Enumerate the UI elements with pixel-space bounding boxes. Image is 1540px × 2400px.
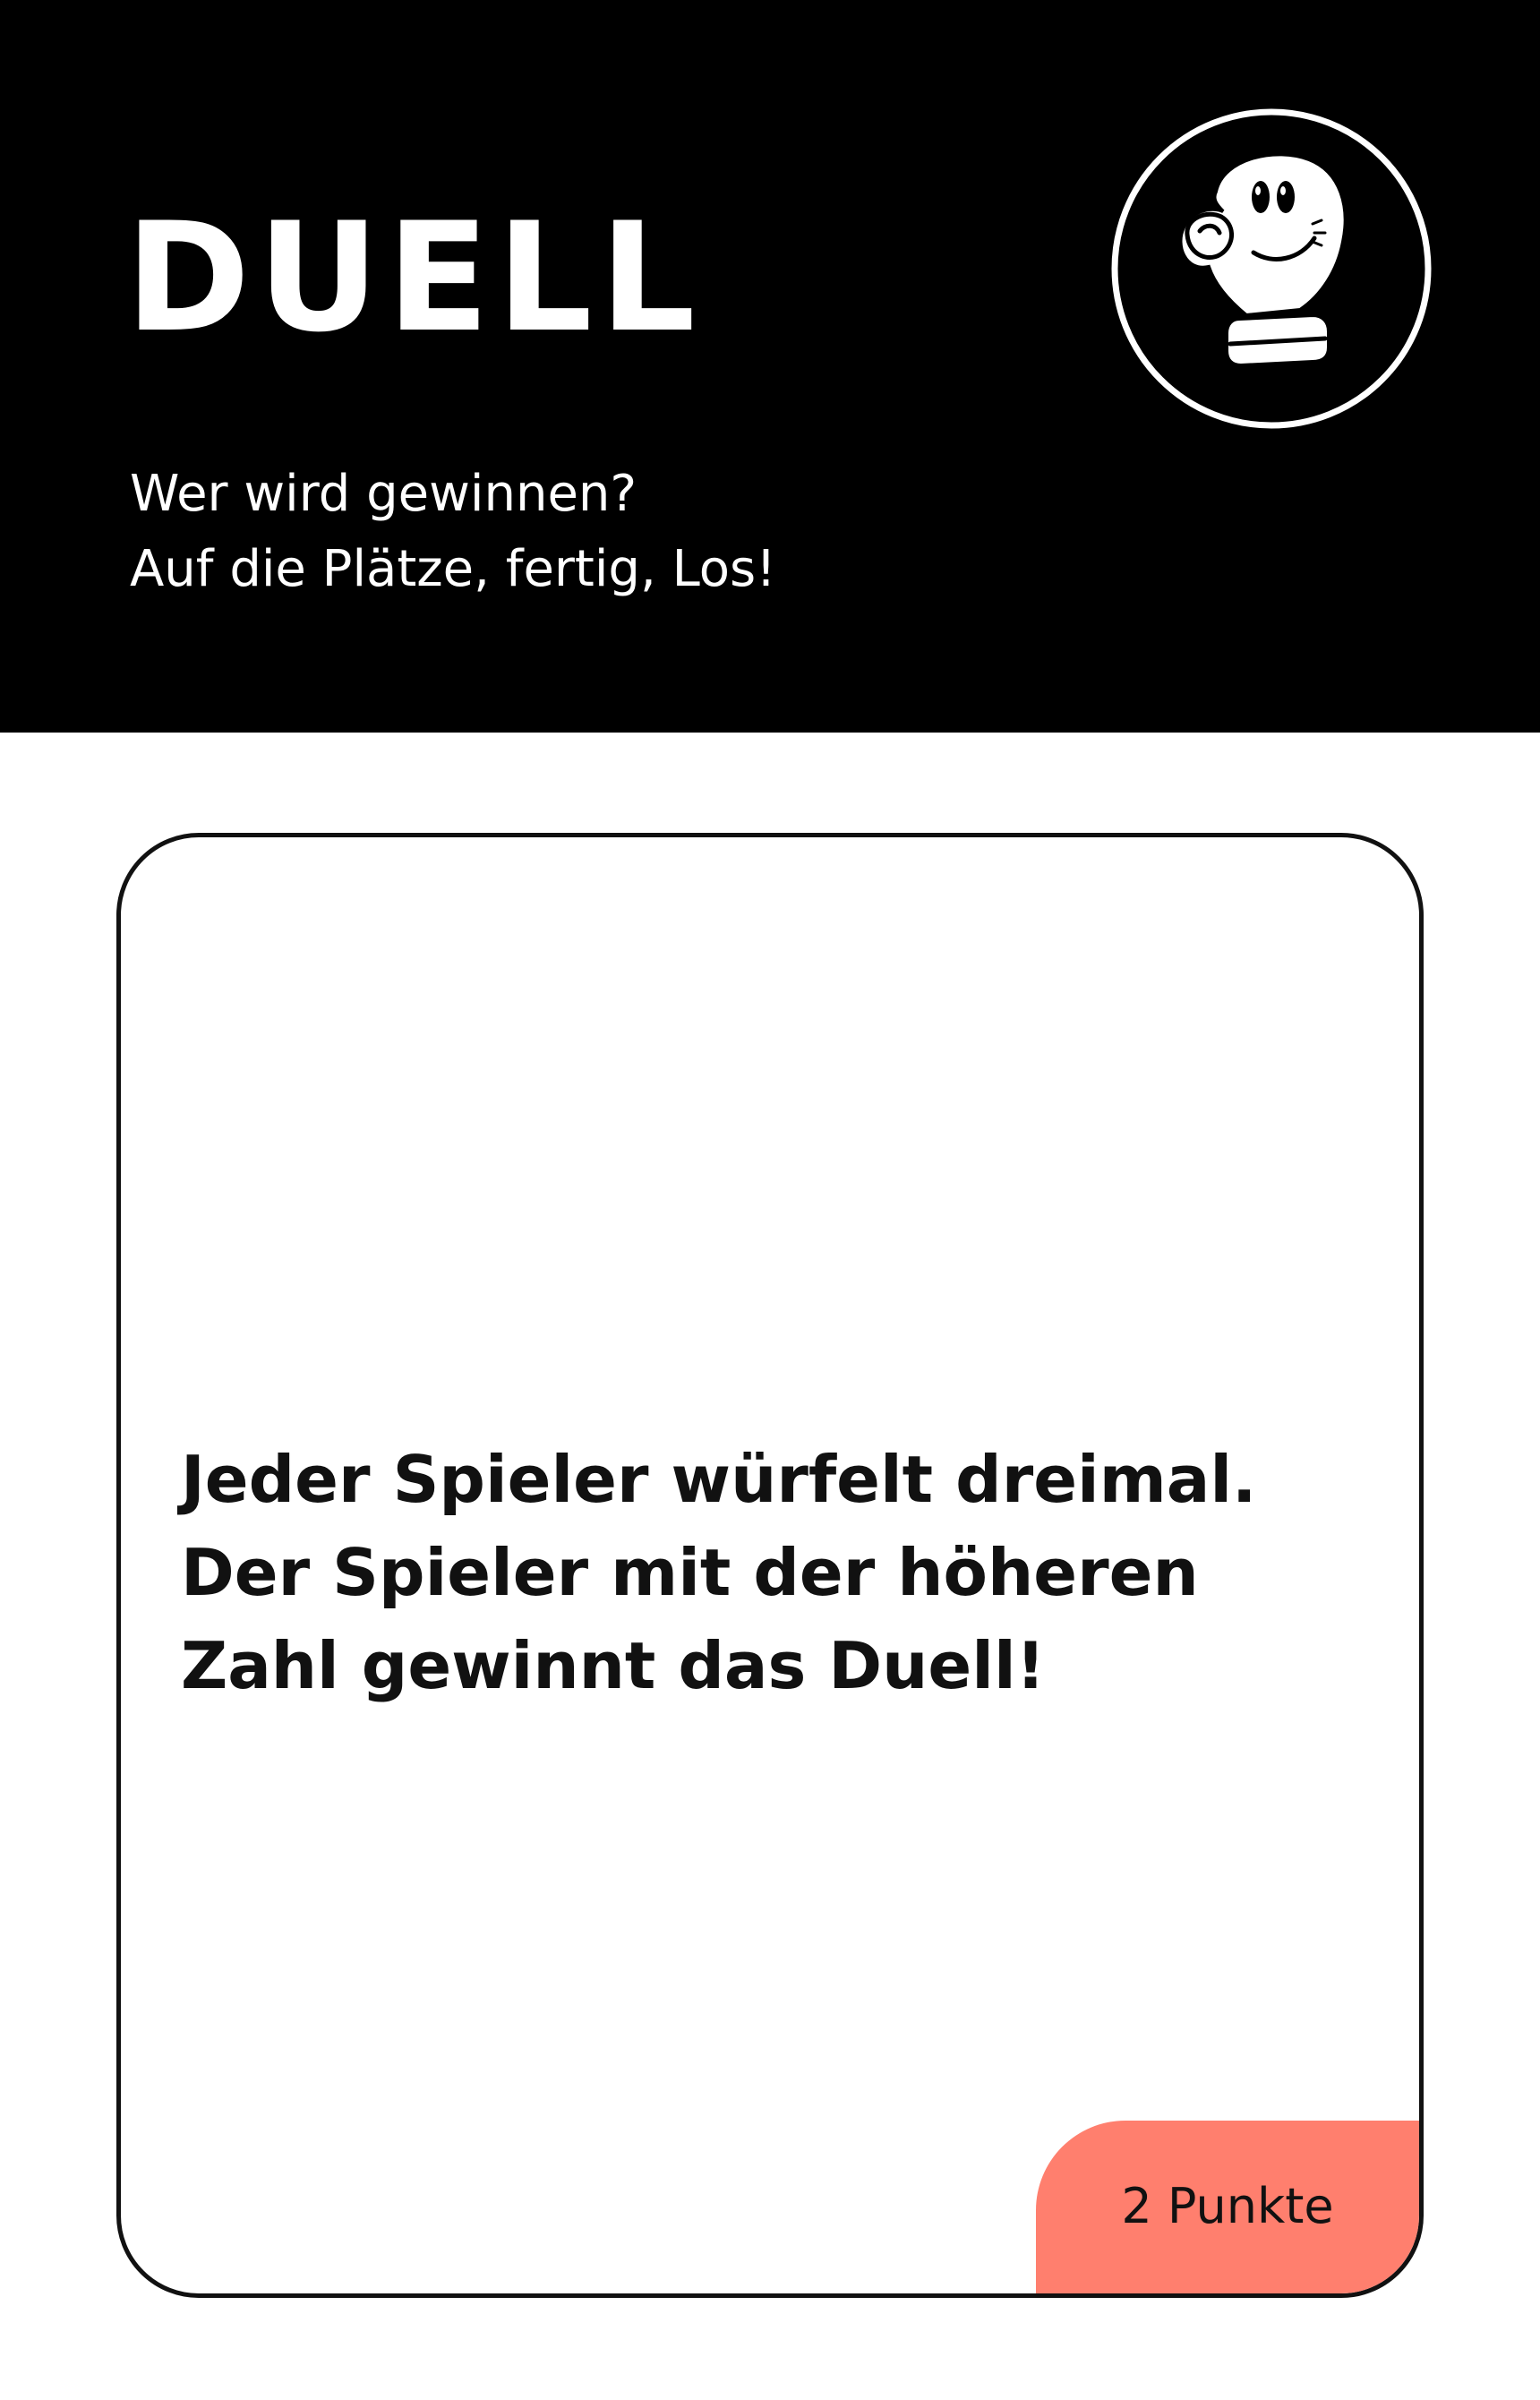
task-description: Jeder Spieler würfelt dreimal. Der Spiel… [181, 1433, 1363, 1712]
subtitle-line-2: Auf die Plätze, fertig, Los! [130, 540, 776, 598]
subtitle-line-1: Wer wird gewinnen? [130, 465, 637, 523]
points-label: 2 Punkte [1121, 2178, 1334, 2234]
points-badge: 2 Punkte [1036, 2121, 1419, 2293]
game-card-page: DUELL Wer wird gewinnen? Auf die Plätze,… [0, 0, 1540, 2400]
card-title: DUELL [125, 190, 703, 365]
header-banner: DUELL Wer wird gewinnen? Auf die Plätze,… [0, 0, 1540, 733]
task-line-2: Der Spieler mit der höheren [181, 1535, 1199, 1610]
card-subtitle: Wer wird gewinnen? Auf die Plätze, ferti… [130, 457, 776, 607]
task-card: Jeder Spieler würfelt dreimal. Der Spiel… [116, 833, 1424, 2298]
boxing-glove-icon [1110, 107, 1433, 430]
task-line-3: Zahl gewinnt das Duell! [181, 1628, 1046, 1703]
task-line-1: Jeder Spieler würfelt dreimal. [181, 1442, 1257, 1517]
